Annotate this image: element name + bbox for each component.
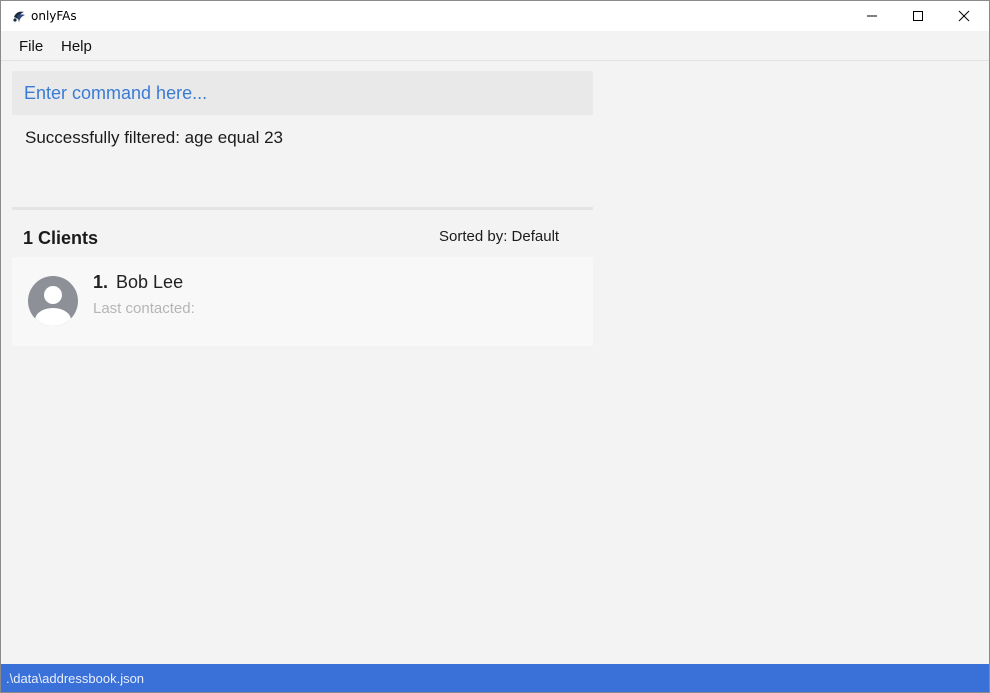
maximize-icon bbox=[913, 11, 923, 21]
status-bar: .\data\addressbook.json bbox=[1, 664, 989, 692]
maximize-button[interactable] bbox=[895, 1, 941, 31]
minimize-button[interactable] bbox=[849, 1, 895, 31]
menu-help[interactable]: Help bbox=[61, 38, 92, 55]
title-bar[interactable]: onlyFAs bbox=[1, 1, 989, 31]
client-index: 1. bbox=[93, 272, 109, 292]
command-input[interactable] bbox=[12, 71, 593, 115]
client-card[interactable]: 1. Bob Lee Last contacted: bbox=[12, 257, 593, 346]
app-logo-icon bbox=[11, 8, 27, 24]
sorted-by-label: Sorted by: Default bbox=[439, 228, 560, 245]
panel-divider[interactable] bbox=[12, 207, 593, 210]
minimize-icon bbox=[867, 15, 877, 17]
menu-bar: File Help bbox=[1, 31, 989, 61]
app-window: onlyFAs File Help Successfully filtered:… bbox=[0, 0, 990, 693]
last-contacted-label: Last contacted: bbox=[93, 300, 195, 317]
client-count-label: 1 Clients bbox=[23, 228, 99, 248]
data-file-path: .\data\addressbook.json bbox=[6, 671, 145, 686]
client-name-row: 1. Bob Lee bbox=[93, 272, 183, 293]
avatar-icon bbox=[27, 275, 79, 327]
result-message: Successfully filtered: age equal 23 bbox=[25, 128, 283, 147]
menu-file[interactable]: File bbox=[19, 38, 43, 55]
window-title: onlyFAs bbox=[31, 9, 77, 23]
close-icon bbox=[958, 10, 970, 22]
client-name: Bob Lee bbox=[116, 272, 184, 292]
command-box bbox=[12, 71, 593, 115]
close-button[interactable] bbox=[941, 1, 987, 31]
